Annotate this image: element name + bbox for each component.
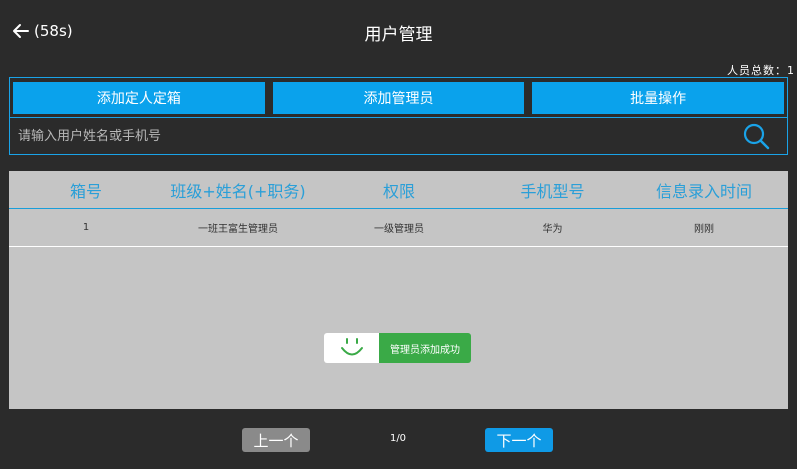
top-bar: (58s) 用户管理 [0,0,797,62]
action-button-row: 添加定人定箱 添加管理员 批量操作 [13,82,785,114]
table-row[interactable]: 1 一班王富生管理员 一级管理员 华为 刚刚 [9,209,788,247]
column-header-phone-model: 手机型号 [520,181,585,201]
cell-class-name: 一班王富生管理员 [198,224,278,235]
prev-page-button[interactable]: 上一个 [242,428,310,452]
cell-permission: 一级管理员 [374,224,424,235]
toast-message: 管理员添加成功 [379,333,471,363]
cell-entry-time: 刚刚 [694,224,714,235]
add-admin-button[interactable]: 添加管理员 [272,82,525,114]
search-bar [10,117,787,154]
page-indicator: 1/0 [389,433,407,444]
success-toast: 管理员添加成功 [324,333,471,363]
toast-icon-box [324,333,379,363]
column-header-permission: 权限 [382,181,415,201]
next-page-button[interactable]: 下一个 [485,428,553,452]
cell-box-number: 1 [82,222,90,233]
pagination-bar: 上一个 1/0 下一个 [0,409,797,469]
page-title: 用户管理 [364,25,433,45]
cell-phone-model: 华为 [542,224,563,235]
column-header-box-number: 箱号 [69,181,102,201]
column-header-class-name: 班级+姓名(+职务) [170,181,306,201]
table-header: 箱号 班级+姓名(+职务) 权限 手机型号 信息录入时间 [9,171,788,209]
user-table: 箱号 班级+姓名(+职务) 权限 手机型号 信息录入时间 1 一班王富生管理员 … [9,171,788,409]
total-user-count: 人员总数：1 [727,64,795,77]
column-header-entry-time: 信息录入时间 [655,181,752,201]
action-panel: 添加定人定箱 添加管理员 批量操作 [9,77,788,155]
smiley-icon [340,338,363,356]
search-icon[interactable] [741,121,771,151]
add-box-user-button[interactable]: 添加定人定箱 [13,82,265,114]
batch-operation-button[interactable]: 批量操作 [532,82,785,114]
search-input[interactable] [10,118,741,154]
